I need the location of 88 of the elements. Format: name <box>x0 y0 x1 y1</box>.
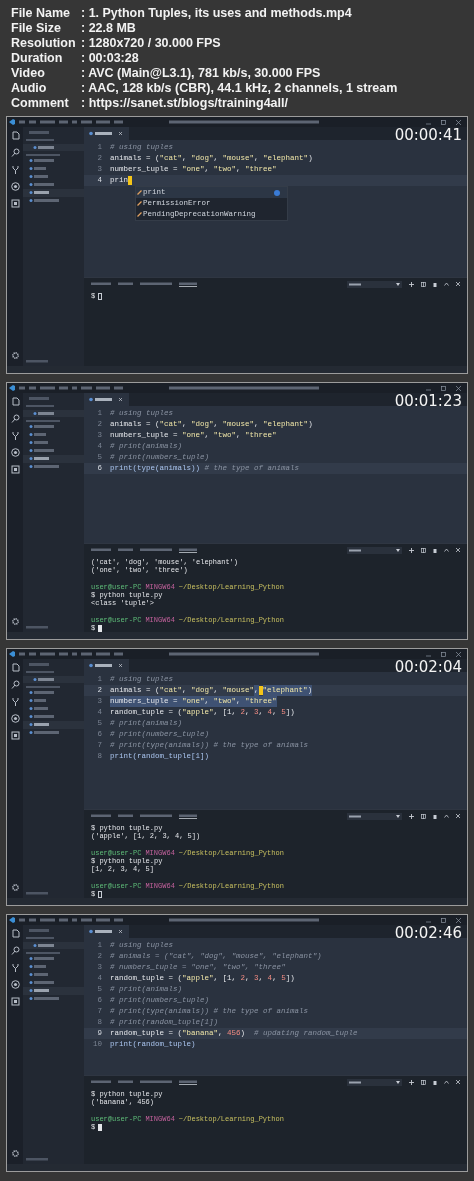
info-value: : 00:03:28 <box>81 50 139 68</box>
terminal-dropdown-drawing[interactable] <box>347 1078 402 1086</box>
close-icon[interactable] <box>456 385 461 391</box>
text-cursor <box>128 176 132 185</box>
extensions-icon[interactable] <box>10 465 20 474</box>
files-icon[interactable] <box>10 663 20 672</box>
close-icon[interactable] <box>456 651 461 657</box>
split-icon[interactable] <box>421 547 426 553</box>
close-icon[interactable] <box>456 548 460 552</box>
trash-icon[interactable] <box>433 547 437 553</box>
terminal-dropdown-drawing[interactable] <box>347 546 402 554</box>
video-timestamp: 00:02:04 <box>394 660 462 675</box>
app-logo-icon <box>9 385 15 391</box>
chevron-up-icon[interactable] <box>444 282 449 286</box>
video-timestamp: 00:02:46 <box>394 926 462 941</box>
info-value: : 1. Python Tuples, its uses and methods.mp4 <box>81 5 352 23</box>
extensions-icon[interactable] <box>10 199 20 208</box>
settings-icon[interactable] <box>10 617 20 626</box>
plus-icon[interactable] <box>409 813 414 819</box>
terminal-dropdown-drawing[interactable] <box>347 812 402 820</box>
info-label: File Size <box>11 20 63 38</box>
files-icon[interactable] <box>10 397 20 406</box>
info-value: : 1280x720 / 30.000 FPS <box>81 35 221 53</box>
chevron-up-icon[interactable] <box>444 814 449 818</box>
files-icon[interactable] <box>10 929 20 938</box>
maximize-icon[interactable] <box>441 917 446 923</box>
trash-icon[interactable] <box>433 281 437 287</box>
symbol-icon <box>137 190 142 195</box>
debug-icon[interactable] <box>10 980 20 989</box>
symbol-icon <box>137 201 142 206</box>
maximize-icon[interactable] <box>441 385 446 391</box>
info-value: : https://sanet.st/blogs/training4all/ <box>81 95 288 113</box>
split-icon[interactable] <box>421 813 426 819</box>
info-icon[interactable] <box>274 189 280 196</box>
maximize-icon[interactable] <box>441 119 446 125</box>
editor-tab-drawing[interactable] <box>84 659 129 672</box>
plus-icon[interactable] <box>409 281 414 287</box>
chevron-up-icon[interactable] <box>444 1080 449 1084</box>
info-label: File Name <box>11 5 72 23</box>
search-icon[interactable] <box>10 946 20 955</box>
maximize-icon[interactable] <box>441 651 446 657</box>
search-icon[interactable] <box>10 680 20 689</box>
settings-icon[interactable] <box>10 1149 20 1158</box>
search-icon[interactable] <box>10 148 20 157</box>
plus-icon[interactable] <box>409 1079 414 1085</box>
app-logo-icon <box>9 119 15 125</box>
extensions-icon[interactable] <box>10 731 20 740</box>
search-icon[interactable] <box>10 414 20 423</box>
extensions-icon[interactable] <box>10 997 20 1006</box>
close-icon[interactable] <box>456 917 461 923</box>
terminal-dropdown-drawing[interactable] <box>347 280 402 288</box>
trash-icon[interactable] <box>433 813 437 819</box>
info-value: : AAC, 128 kb/s (CBR), 44.1 kHz, 2 channels, 1 stream <box>81 80 398 98</box>
editor-tab-drawing[interactable] <box>84 925 129 938</box>
info-value: : AVC (Main@L3.1), 781 kb/s, 30.000 FPS <box>81 65 321 83</box>
debug-icon[interactable] <box>10 182 20 191</box>
close-icon[interactable] <box>456 282 460 286</box>
info-label: Duration <box>11 50 64 68</box>
symbol-icon <box>137 212 142 217</box>
branch-icon[interactable] <box>10 165 20 174</box>
trash-icon[interactable] <box>433 1079 437 1085</box>
app-logo-icon <box>9 917 15 923</box>
app-logo-icon <box>9 651 15 657</box>
info-label: Comment <box>11 95 70 113</box>
branch-icon[interactable] <box>10 963 20 972</box>
branch-icon[interactable] <box>10 697 20 706</box>
info-label: Resolution <box>11 35 77 53</box>
close-icon[interactable] <box>456 814 460 818</box>
files-icon[interactable] <box>10 131 20 140</box>
editor-tab-drawing[interactable] <box>84 127 129 140</box>
text-cursor <box>258 686 263 695</box>
video-timestamp: 00:01:23 <box>394 394 462 409</box>
debug-icon[interactable] <box>10 714 20 723</box>
editor-tab-drawing[interactable] <box>84 393 129 406</box>
plus-icon[interactable] <box>409 547 414 553</box>
branch-icon[interactable] <box>10 431 20 440</box>
chevron-up-icon[interactable] <box>444 548 449 552</box>
settings-icon[interactable] <box>10 351 20 360</box>
close-icon[interactable] <box>456 119 461 125</box>
debug-icon[interactable] <box>10 448 20 457</box>
settings-icon[interactable] <box>10 883 20 892</box>
info-value: : 22.8 MB <box>81 20 136 38</box>
info-label: Audio <box>11 80 48 98</box>
split-icon[interactable] <box>421 281 426 287</box>
info-label: Video <box>11 65 46 83</box>
video-timestamp: 00:00:41 <box>394 128 462 143</box>
close-icon[interactable] <box>456 1080 460 1084</box>
split-icon[interactable] <box>421 1079 426 1085</box>
